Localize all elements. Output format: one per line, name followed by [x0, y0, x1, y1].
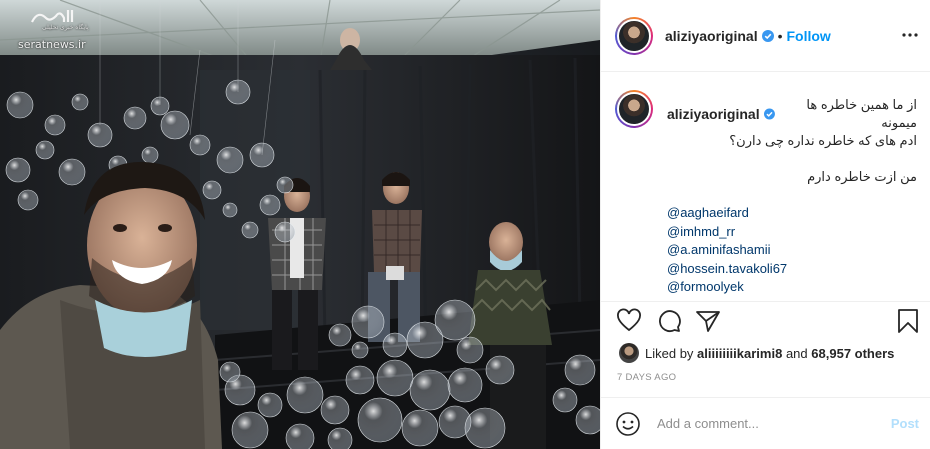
- mention-link[interactable]: @hossein.tavakoli67: [667, 260, 917, 279]
- caption-line-1: از ما همین خاطره ها میمونه: [806, 97, 917, 130]
- likes-others-count[interactable]: 68,957 others: [811, 346, 894, 361]
- post-date[interactable]: 7 DAYS AGO: [617, 372, 676, 383]
- caption-avatar-ring[interactable]: [615, 90, 653, 128]
- heart-icon[interactable]: [616, 308, 642, 334]
- mention-link[interactable]: @aaghaeifard: [667, 204, 917, 223]
- story-ring[interactable]: [615, 16, 653, 55]
- verified-badge-icon: [761, 29, 774, 42]
- separator-dot: •: [777, 27, 783, 44]
- mention-link[interactable]: @imhmd_rr: [667, 223, 917, 242]
- caption-line-3: من ازت خاطره دارم: [807, 169, 917, 184]
- caption-area: aliziyaoriginal از ما همین خاطره ها میمو…: [601, 72, 930, 302]
- avatar[interactable]: [617, 18, 651, 53]
- likes-connector: and: [785, 345, 808, 361]
- post-comment-button[interactable]: Post: [891, 416, 919, 431]
- header-username[interactable]: aliziyaoriginal: [665, 28, 758, 44]
- comment-input[interactable]: [657, 416, 867, 431]
- liker-username[interactable]: aliiiiiiiikarimi8: [697, 346, 782, 361]
- mention-link[interactable]: @formoolyek: [667, 278, 917, 297]
- watermark-subtitle: پایگاه خبری تحلیلی: [42, 25, 89, 31]
- post-sidebar: aliziyaoriginal • Follow aliziyaoriginal: [600, 0, 930, 449]
- post-header: aliziyaoriginal • Follow: [601, 0, 930, 72]
- instagram-post: پایگاه خبری تحلیلی seratnews.ir aliziyao…: [0, 0, 930, 449]
- verified-badge-icon: [763, 108, 775, 120]
- likes-summary: Liked by aliiiiiiiikarimi8 and 68,957 ot…: [619, 343, 894, 363]
- comment-bar: Post: [601, 397, 930, 449]
- likes-prefix: Liked by: [645, 345, 694, 361]
- liker-avatar[interactable]: [619, 343, 639, 363]
- bookmark-icon[interactable]: [895, 308, 921, 334]
- caption-line-2: ادم های که خاطره نداره چی دارن؟: [729, 133, 917, 148]
- caption-username[interactable]: aliziyaoriginal: [667, 105, 760, 123]
- emoji-icon[interactable]: [615, 411, 641, 437]
- watermark: پایگاه خبری تحلیلی seratnews.ir: [6, 4, 102, 51]
- watermark-site: seratnews.ir: [18, 38, 86, 51]
- action-bar: [601, 302, 930, 338]
- caption: aliziyaoriginal از ما همین خاطره ها میمو…: [667, 96, 917, 297]
- more-options-icon[interactable]: [901, 26, 919, 44]
- photo-scene: [0, 0, 600, 449]
- caption-first-row: aliziyaoriginal از ما همین خاطره ها میمو…: [667, 96, 917, 132]
- share-icon[interactable]: [695, 308, 721, 334]
- mention-link[interactable]: @a.aminifashamii: [667, 241, 917, 260]
- caption-avatar[interactable]: [617, 92, 651, 126]
- post-photo[interactable]: پایگاه خبری تحلیلی seratnews.ir: [0, 0, 600, 449]
- comment-icon[interactable]: [656, 308, 682, 334]
- follow-button[interactable]: Follow: [787, 28, 831, 44]
